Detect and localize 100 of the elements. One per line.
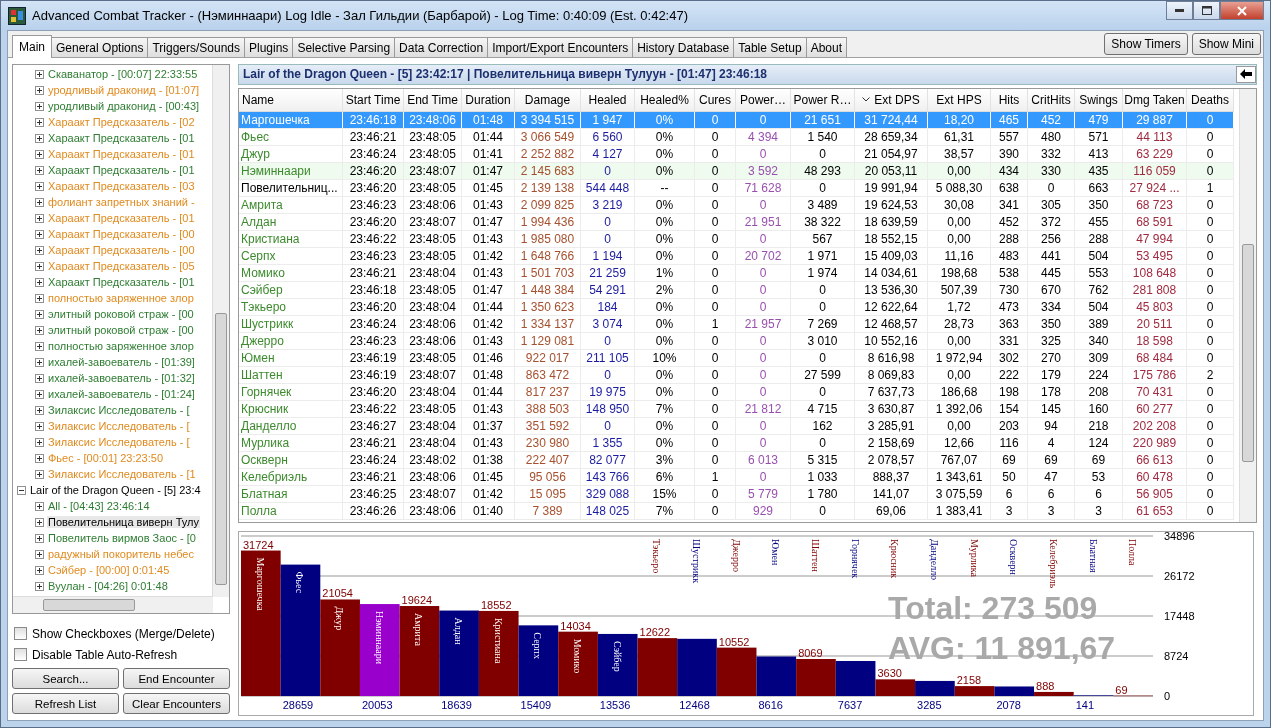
tree-item[interactable]: Вуулан - [04:26] 0:01:48 [47,580,169,592]
expand-icon[interactable] [35,405,44,415]
tree-item[interactable]: Скаванатор - [00:07] 22:33:55 [47,68,199,80]
table-row[interactable]: Мурлика 23:46:21 23:48:04 01:43 230 980 1 355 0% 0 0 0 2 158,69 12,66 116 4 124 220 989 0 [239,434,1234,452]
tree-item[interactable]: ихалей-завоеватель - [01:24] [47,388,196,400]
table-row[interactable]: Данделло 23:46:27 23:48:04 01:37 351 592 0 0% 0 0 162 3 285,91 0,00 203 94 218 202 208 0 [239,417,1234,435]
tab[interactable]: General Options [51,37,149,57]
expand-icon[interactable] [35,69,44,79]
expand-icon[interactable] [35,149,44,159]
column-header[interactable]: Cures [695,88,736,111]
expand-icon[interactable] [35,245,44,255]
expand-icon[interactable] [35,101,44,111]
column-header[interactable]: Duration [462,88,515,111]
expand-icon[interactable] [35,357,44,367]
expand-icon[interactable] [35,437,44,447]
table-row[interactable]: Джерро 23:46:23 23:48:06 01:43 1 129 081 0 0% 0 0 3 010 10 552,16 0,00 331 325 340 18 598 0 [239,332,1234,350]
expand-icon[interactable] [35,517,44,527]
tree-item[interactable]: All - [04:43] 23:46:14 [47,500,151,512]
action-button[interactable]: Refresh List [12,693,119,714]
column-header[interactable]: End Time [404,88,462,111]
close-button[interactable] [1220,1,1264,20]
tree-item[interactable]: Хараакт Предсказатель - [01 [47,164,196,176]
table-row[interactable]: Фьес 23:46:21 23:48:05 01:44 3 066 549 6 560 0% 0 4 394 1 540 28 659,34 61,31 557 480 571 44 113 0 [239,128,1234,146]
column-header[interactable]: Deaths [1187,88,1234,111]
table-row[interactable]: Сэйбер 23:46:18 23:48:05 01:47 1 448 384 54 291 2% 0 0 0 13 536,30 507,39 730 670 762 281 808 0 [239,281,1234,299]
tree-item[interactable]: полностью заряженное злор [47,340,195,352]
expand-icon[interactable] [35,373,44,383]
expand-icon[interactable] [35,565,44,575]
expand-icon[interactable] [35,325,44,335]
back-button[interactable] [1236,65,1256,83]
tree-item[interactable]: Хараакт Предсказатель - [01 [47,132,196,144]
maximize-button[interactable] [1193,1,1220,20]
expand-icon[interactable] [35,453,44,463]
minimize-button[interactable] [1166,1,1193,20]
table-row[interactable]: Полла 23:46:26 23:48:06 01:40 7 389 148 025 7% 0 929 0 69,06 1 383,41 3 3 3 61 653 0 [239,502,1234,520]
table-row[interactable]: Горнячек 23:46:20 23:48:04 01:44 817 237 19 975 0% 0 0 0 7 637,73 186,68 198 178 208 70 431 0 [239,383,1234,401]
tab[interactable]: About [805,37,847,57]
checkbox[interactable] [14,627,27,640]
column-header[interactable]: Power… [736,88,791,111]
column-header[interactable]: Healed% [635,88,695,111]
column-header[interactable]: Ext DPS [855,88,928,111]
column-header[interactable]: Power R… [791,88,855,111]
expand-icon[interactable] [35,261,44,271]
table-row[interactable]: Повелительниц... 23:46:20 23:48:05 01:45 2 139 138 544 448 -- 0 71 628 0 19 991,94 5 088,30 638 0 663 27 924 ... 1 [239,179,1234,197]
column-header[interactable]: CritHits [1028,88,1075,111]
expand-icon[interactable] [35,533,44,543]
column-header[interactable]: Ext HPS [928,88,991,111]
expand-icon[interactable] [35,85,44,95]
tab[interactable]: History Database [632,37,735,57]
tree-item[interactable]: ихалей-завоеватель - [01:39] [47,356,196,368]
action-button[interactable]: End Encounter [123,668,230,689]
column-header[interactable]: Damage [515,88,581,111]
scrollbar[interactable] [1239,88,1256,522]
scrollbar[interactable] [13,596,213,613]
column-header[interactable]: Dmg Taken [1123,88,1187,111]
expand-icon[interactable] [35,469,44,479]
view-button[interactable]: Show Mini [1191,33,1261,55]
expand-icon[interactable] [35,277,44,287]
table-row[interactable]: Момико 23:46:21 23:48:04 01:43 1 501 703 21 259 1% 0 0 1 974 14 034,61 198,68 538 445 553 108 648 0 [239,264,1234,282]
tree-item[interactable]: Зилаксис Исследователь - [ [47,404,191,416]
table-row[interactable]: Крюсник 23:46:22 23:48:05 01:43 388 503 148 950 7% 0 21 812 4 715 3 630,87 1 392,06 154 145 160 60 277 0 [239,400,1234,418]
expand-icon[interactable] [35,309,44,319]
expand-icon[interactable] [35,181,44,191]
expand-icon[interactable] [35,165,44,175]
expand-icon[interactable] [35,229,44,239]
table-row[interactable]: Шустрикк 23:46:24 23:48:06 01:42 1 334 137 3 074 0% 1 21 957 7 269 12 468,57 28,73 363 350 389 20 511 0 [239,315,1234,333]
table-row[interactable]: Алдан 23:46:20 23:48:07 01:47 1 994 436 0 0% 0 21 951 38 322 18 639,59 0,00 452 372 455 68 591 0 [239,213,1234,231]
tree-item[interactable]: ихалей-завоеватель - [01:32] [47,372,196,384]
expand-icon[interactable] [35,389,44,399]
view-button[interactable]: Show Timers [1104,33,1188,55]
tab[interactable]: Selective Parsing [292,37,396,57]
expand-icon[interactable] [35,501,44,511]
tab[interactable]: Import/Export Encounters [487,37,634,57]
column-header[interactable]: Swings [1075,88,1123,111]
collapse-icon[interactable] [17,485,26,495]
tree-item[interactable]: элитный роковой страж - [00 [47,324,195,336]
expand-icon[interactable] [35,421,44,431]
column-header[interactable]: Name [239,88,343,111]
tab[interactable]: Main [12,35,52,58]
tree-item[interactable]: Хараакт Предсказатель - [01 [47,276,196,288]
column-header[interactable]: Start Time [343,88,404,111]
column-header[interactable]: Hits [991,88,1028,111]
tab[interactable]: Triggers/Sounds [147,37,245,57]
expand-icon[interactable] [35,197,44,207]
tree-item[interactable]: уродливый драконид - [00:43] [47,100,201,112]
expand-icon[interactable] [35,341,44,351]
table-row[interactable]: Тэкьеро 23:46:20 23:48:04 01:44 1 350 623 184 0% 0 0 0 12 622,64 1,72 473 334 504 45 803 0 [239,298,1234,316]
table-row[interactable]: Келебриэль 23:46:21 23:48:06 01:45 95 056 143 766 6% 1 0 1 033 888,37 1 343,61 50 47 53 60 478 0 [239,468,1234,486]
column-header[interactable]: Healed [581,88,635,111]
table-row[interactable]: Кристиана 23:46:22 23:48:05 01:43 1 985 080 0 0% 0 0 567 18 552,15 0,00 288 256 288 47 994 0 [239,230,1234,248]
table-row[interactable]: Оскверн 23:46:24 23:48:02 01:38 222 407 82 077 3% 0 6 013 5 315 2 078,57 767,07 69 69 69 66 613 0 [239,451,1234,469]
action-button[interactable]: Clear Encounters [123,693,230,714]
expand-icon[interactable] [35,549,44,559]
expand-icon[interactable] [35,293,44,303]
table-row[interactable]: Шаттен 23:46:19 23:48:07 01:48 863 472 0 0% 0 0 27 599 8 069,83 0,00 222 179 224 175 786 2 [239,366,1234,384]
action-button[interactable]: Search... [12,668,119,689]
table-row[interactable]: Джур 23:46:24 23:48:05 01:41 2 252 882 4 127 0% 0 0 0 21 054,97 38,57 390 332 413 63 229 0 [239,145,1234,163]
tree-item[interactable]: Повелитель вирмов Заос - [0 [47,532,197,544]
table-row[interactable]: Серпх 23:46:23 23:48:05 01:42 1 648 766 1 194 0% 0 20 702 1 971 15 409,03 11,16 483 441 504 53 495 0 [239,247,1234,265]
tab[interactable]: Data Correction [394,37,489,57]
